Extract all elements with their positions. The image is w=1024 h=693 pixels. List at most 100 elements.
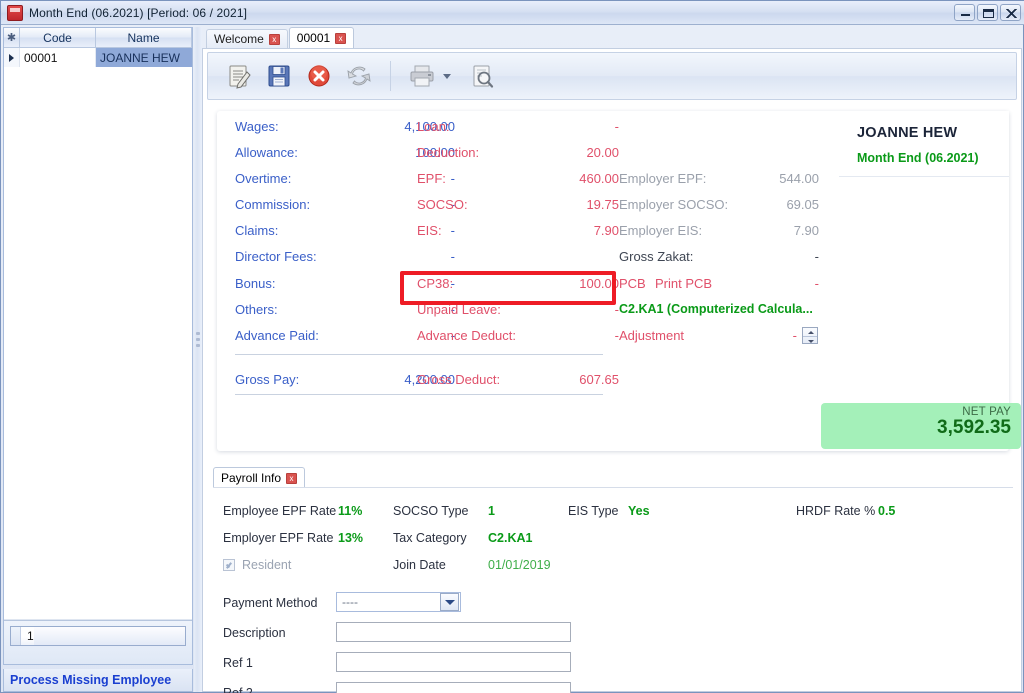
payroll-info-tab-strip: Payroll Info x xyxy=(213,467,1013,488)
totals-divider-top xyxy=(235,354,603,355)
print-preview-button[interactable] xyxy=(465,59,499,93)
value-cp38[interactable]: 100.00 xyxy=(535,270,619,296)
column-header-code[interactable]: Code xyxy=(20,28,96,48)
label-advance-deduct: Advance Deduct: xyxy=(417,322,535,348)
chevron-down-icon[interactable] xyxy=(440,593,459,611)
description-input[interactable] xyxy=(336,622,571,642)
label-gross-pay: Gross Pay: xyxy=(235,366,345,392)
totals-divider-bottom xyxy=(235,394,603,395)
tab-welcome[interactable]: Welcome x xyxy=(206,29,288,48)
cancel-button[interactable] xyxy=(302,59,336,93)
panel-splitter[interactable] xyxy=(194,27,202,692)
tab-00001-label: 00001 xyxy=(297,31,330,45)
tab-00001-close-icon[interactable]: x xyxy=(335,33,346,44)
label-ref2: Ref 2 xyxy=(223,686,253,693)
label-hrdf-rate: HRDF Rate % xyxy=(796,504,875,518)
value-epf[interactable]: 460.00 xyxy=(535,165,619,191)
print-button[interactable] xyxy=(405,59,439,93)
value-pcb[interactable]: - xyxy=(737,270,819,296)
value-deduction[interactable]: 20.00 xyxy=(535,139,619,165)
edit-record-icon xyxy=(226,63,252,89)
value-hrdf-rate: 0.5 xyxy=(878,504,895,518)
label-epf: EPF: xyxy=(417,165,535,191)
value-gross-deduct: 607.65 xyxy=(535,366,619,392)
close-button[interactable] xyxy=(1000,4,1021,21)
payroll-summary-card: Wages: 4,100.00 Allowance: 100.00 Overti… xyxy=(217,111,1009,451)
value-tax-category: C2.KA1 xyxy=(488,531,532,545)
label-bonus: Bonus: xyxy=(235,270,345,296)
asterisk-icon: ✱ xyxy=(7,31,16,44)
payroll-document-body: Wages: 4,100.00 Allowance: 100.00 Overti… xyxy=(202,48,1022,692)
process-missing-employee-link[interactable]: Process Missing Employee xyxy=(3,669,193,692)
check-icon xyxy=(223,559,235,571)
value-join-date: 01/01/2019 xyxy=(488,558,551,572)
table-row[interactable]: 00001 JOANNE HEW xyxy=(4,48,192,67)
minimize-button[interactable] xyxy=(954,4,975,21)
row-indicator-header: ✱ xyxy=(4,28,20,48)
record-box-grip xyxy=(11,627,21,645)
tab-welcome-label: Welcome xyxy=(214,32,264,46)
label-director-fees: Director Fees: xyxy=(235,243,345,269)
application-window: Month End (06.2021) [Period: 06 / 2021] … xyxy=(0,0,1024,693)
window-title: Month End (06.2021) [Period: 06 / 2021] xyxy=(29,6,247,20)
payroll-info-panel: Employee EPF Rate 11% Employer EPF Rate … xyxy=(213,487,1013,687)
label-others: Others: xyxy=(235,296,345,322)
label-employer-epf: Employer EPF: xyxy=(619,165,739,191)
toolbar-separator xyxy=(390,61,391,91)
refresh-button[interactable] xyxy=(342,59,376,93)
tab-payroll-info[interactable]: Payroll Info x xyxy=(213,467,305,488)
tab-00001[interactable]: 00001 x xyxy=(289,27,354,48)
value-employer-socso: 69.05 xyxy=(737,191,819,217)
value-eis[interactable]: 7.90 xyxy=(535,217,619,243)
label-adjustment: Adjustment xyxy=(619,322,684,348)
employee-name-card: JOANNE HEW Month End (06.2021) xyxy=(839,111,1009,177)
net-pay-amount: 3,592.35 xyxy=(821,417,1011,439)
tax-category-text: C2.KA1 (Computerized Calcula... xyxy=(619,296,813,322)
label-employer-eis: Employer EIS: xyxy=(619,217,739,243)
payment-method-select[interactable]: ---- xyxy=(336,592,461,612)
value-gross-zakat[interactable]: - xyxy=(737,243,819,269)
splitter-grip-icon xyxy=(196,332,200,350)
label-wages: Wages: xyxy=(235,113,345,139)
label-gross-deduct: Gross Deduct: xyxy=(417,366,535,392)
label-commission: Commission: xyxy=(235,191,345,217)
label-deduction: Deduction: xyxy=(417,139,535,165)
value-director-fees[interactable]: - xyxy=(345,243,455,269)
label-claims: Claims: xyxy=(235,217,345,243)
edit-record-button[interactable] xyxy=(222,59,256,93)
payroll-app-icon xyxy=(7,5,23,21)
spinner-up-icon[interactable] xyxy=(803,328,817,336)
value-socso-type: 1 xyxy=(488,504,495,518)
net-pay-box: NET PAY 3,592.35 xyxy=(821,403,1021,449)
label-employee-epf-rate: Employee EPF Rate xyxy=(223,504,336,518)
label-description: Description xyxy=(223,626,286,640)
print-dropdown-caret-icon[interactable] xyxy=(443,74,451,79)
label-advance-paid: Advance Paid: xyxy=(235,322,345,348)
title-bar: Month End (06.2021) [Period: 06 / 2021] xyxy=(1,1,1024,25)
value-unpaid-leave[interactable]: - xyxy=(535,296,619,322)
spinner-down-icon[interactable] xyxy=(803,336,817,344)
value-socso[interactable]: 19.75 xyxy=(535,191,619,217)
label-allowance: Allowance: xyxy=(235,139,345,165)
label-employer-socso: Employer SOCSO: xyxy=(619,191,739,217)
print-pcb-link[interactable]: Print PCB xyxy=(655,270,712,296)
record-count-box[interactable]: 1 xyxy=(10,626,186,646)
save-button[interactable] xyxy=(262,59,296,93)
column-header-name[interactable]: Name xyxy=(96,28,192,48)
main-content-panel: Welcome x 00001 x xyxy=(202,27,1022,692)
label-gross-zakat: Gross Zakat: xyxy=(619,243,739,269)
employee-grid-footer: 1 xyxy=(4,620,192,664)
value-loan[interactable]: - xyxy=(535,113,619,139)
tab-payroll-info-close-icon[interactable]: x xyxy=(286,473,297,484)
ref1-input[interactable] xyxy=(336,652,571,672)
print-icon xyxy=(408,63,436,89)
value-adjustment[interactable]: - xyxy=(773,322,797,348)
value-employer-eis: 7.90 xyxy=(737,217,819,243)
resident-checkbox[interactable]: Resident xyxy=(223,558,291,572)
maximize-button[interactable] xyxy=(977,4,998,21)
label-tax-category: Tax Category xyxy=(393,531,467,545)
value-advance-deduct[interactable]: - xyxy=(535,322,619,348)
adjustment-spinner[interactable] xyxy=(802,327,818,344)
tab-welcome-close-icon[interactable]: x xyxy=(269,34,280,45)
ref2-input[interactable] xyxy=(336,682,571,693)
